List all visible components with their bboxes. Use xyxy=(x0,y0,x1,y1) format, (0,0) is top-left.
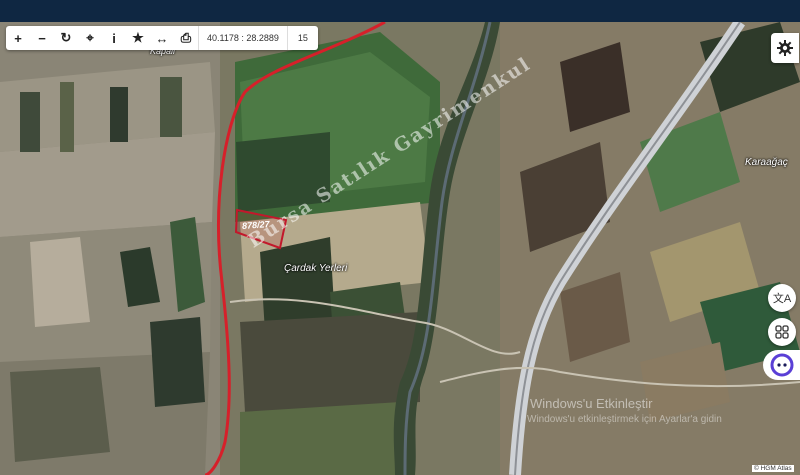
map-toolbar: + − ↻ ⌖ i ★ ↔ ⎙ 40.1178 : 28.2889 15 xyxy=(6,26,318,50)
translate-button[interactable]: 文A xyxy=(768,284,796,312)
place-label-town: Karaağaç xyxy=(745,157,788,168)
measure-button[interactable]: ↔ xyxy=(150,26,174,50)
settings-button[interactable] xyxy=(771,33,799,63)
apps-button[interactable] xyxy=(768,318,796,346)
refresh-button[interactable]: ↻ xyxy=(54,26,78,50)
map-attribution[interactable]: © HGM Atlas xyxy=(752,465,794,472)
print-button[interactable]: ⎙ xyxy=(174,26,198,50)
windows-activation-subtitle: Windows'u etkinleştirmek için Ayarlar'a … xyxy=(527,414,722,425)
coordinates-readout[interactable]: 40.1178 : 28.2889 xyxy=(198,26,287,50)
minus-icon: − xyxy=(38,30,46,46)
crosshair-icon: ⌖ xyxy=(86,30,94,45)
map-imagery xyxy=(0,22,800,475)
satellite-map[interactable]: Kapali Çardak Yerleri Karaağaç xyxy=(0,22,800,475)
gear-icon xyxy=(777,40,793,56)
place-label-village: Çardak Yerleri xyxy=(284,263,348,274)
zoom-out-button[interactable]: − xyxy=(30,26,54,50)
plus-icon: + xyxy=(14,30,22,46)
windows-activation-title: Windows'u Etkinleştir xyxy=(530,396,653,411)
star-icon: ★ xyxy=(132,30,144,45)
zoom-in-button[interactable]: + xyxy=(6,26,30,50)
grid-icon xyxy=(775,325,789,339)
zoom-level-field[interactable]: 15 xyxy=(286,26,318,50)
info-icon: i xyxy=(112,30,116,46)
translate-icon: 文A xyxy=(772,293,792,305)
printer-icon: ⎙ xyxy=(180,30,192,45)
favorite-button[interactable]: ★ xyxy=(126,26,150,50)
refresh-icon: ↻ xyxy=(60,30,72,45)
top-bar xyxy=(0,0,800,22)
info-button[interactable]: i xyxy=(102,26,126,50)
ruler-arrows-icon: ↔ xyxy=(155,30,169,46)
assistant-button[interactable] xyxy=(763,350,800,380)
locate-button[interactable]: ⌖ xyxy=(78,26,102,50)
assistant-icon xyxy=(770,353,793,377)
